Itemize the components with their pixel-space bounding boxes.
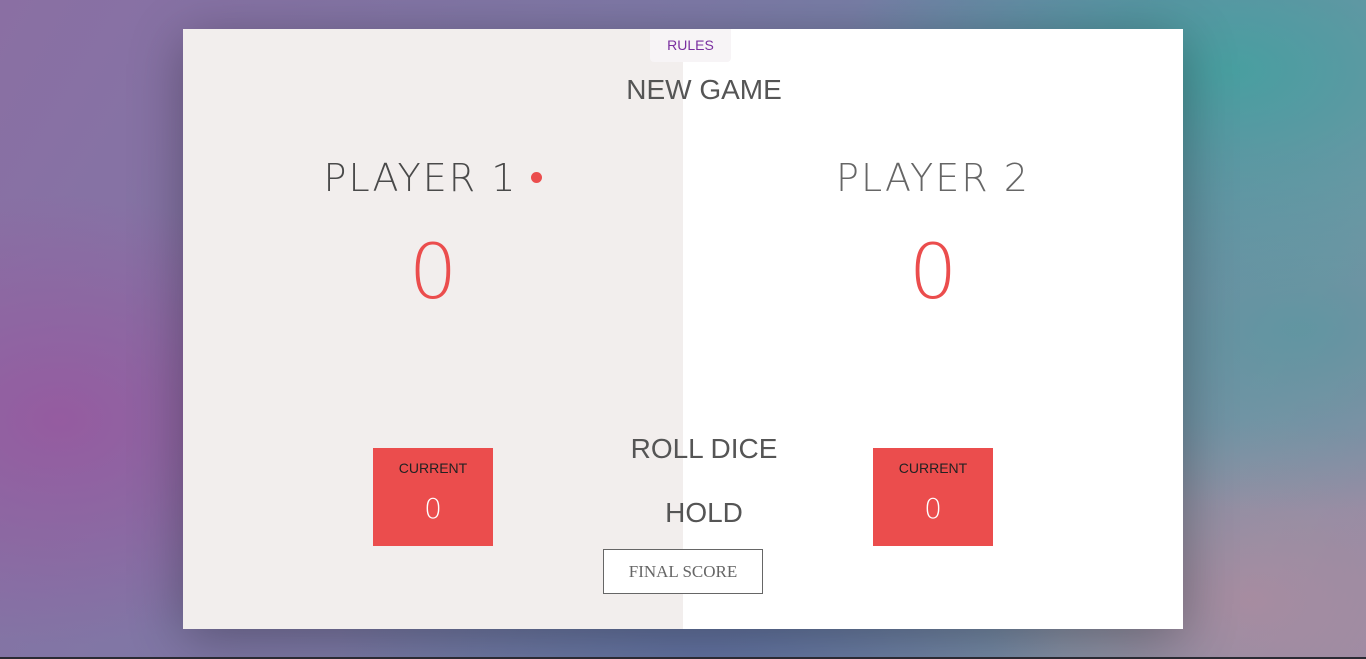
new-game-button[interactable]: NEW GAME: [183, 73, 1183, 107]
player-2-panel: PLAYER 2 0 CURRENT 0: [683, 29, 1183, 629]
rules-button[interactable]: RULES: [650, 29, 731, 62]
final-score-input[interactable]: FINAL SCORE: [603, 549, 763, 594]
player-1-panel: PLAYER 1 0 CURRENT 0: [183, 29, 683, 629]
player-1-name: PLAYER 1: [323, 156, 518, 200]
active-player-indicator: [531, 172, 543, 183]
player-2-name: PLAYER 2: [836, 156, 1030, 200]
player-1-score: 0: [408, 227, 458, 316]
player-2-score: 0: [908, 227, 958, 316]
roll-dice-button[interactable]: ROLL DICE: [183, 432, 1183, 466]
game-board: PLAYER 1 0 CURRENT 0 PLAYER 2 0 CURRENT …: [183, 29, 1183, 629]
player-1-name-row: PLAYER 1: [183, 156, 683, 200]
hold-button[interactable]: HOLD: [183, 496, 1183, 530]
